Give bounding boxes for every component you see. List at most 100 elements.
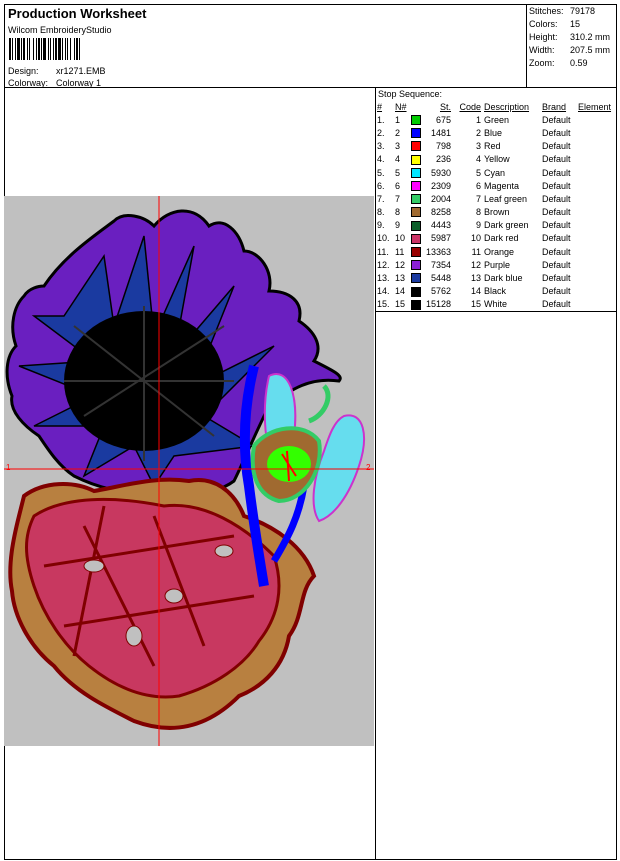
table-row: 1. 1 675 1 Green Default (377, 113, 611, 126)
n-cell: 5 (395, 167, 401, 178)
color-swatch-cell (411, 126, 423, 139)
element-cell (578, 298, 611, 311)
code-cell: 8 (475, 207, 481, 218)
desc-cell: Dark green (484, 220, 529, 231)
color-swatch-header (411, 100, 423, 113)
element-cell (578, 179, 611, 192)
color-swatch (411, 207, 421, 218)
stat-value: 79178 (570, 6, 596, 16)
code-cell: 6 (475, 180, 481, 191)
design-value: xr1271.EMB (56, 66, 106, 76)
st-cell: 5762 (430, 286, 451, 297)
brand-cell: Default (542, 207, 571, 218)
color-swatch-cell (411, 232, 423, 245)
stat-zoom: Zoom: 0.59 (529, 58, 588, 68)
color-swatch-cell (411, 258, 423, 271)
column-header: N# (395, 101, 407, 112)
red-leaf-shape (8, 477, 317, 730)
code-cell: 1 (475, 114, 481, 125)
desc-cell: Brown (484, 207, 510, 218)
stat-value: 0.59 (570, 58, 588, 68)
stat-value: 310.2 mm (570, 32, 611, 42)
stat-label: Colors: (529, 19, 558, 29)
table-row: 10. 10 5987 10 Dark red Default (377, 232, 611, 245)
num-cell: 14. (377, 286, 390, 297)
column-header: Code (459, 101, 481, 112)
desc-cell: Leaf green (484, 193, 528, 204)
axis-left-label: 1 (6, 463, 11, 472)
stat-width: Width: 207.5 mm (529, 45, 610, 55)
brand-cell: Default (542, 167, 571, 178)
table-row: 11. 11 13363 11 Orange Default (377, 245, 611, 258)
element-cell (578, 113, 611, 126)
brand-cell: Default (542, 246, 571, 257)
st-cell: 8258 (430, 207, 451, 218)
element-cell (578, 153, 611, 166)
element-cell (578, 258, 611, 271)
brand-cell: Default (542, 127, 571, 138)
barcode-bar (80, 38, 82, 60)
num-cell: 6. (377, 180, 385, 191)
n-cell: 1 (395, 114, 401, 125)
n-cell: 4 (395, 154, 401, 165)
num-cell: 7. (377, 193, 385, 204)
flower-spikes (250, 373, 365, 523)
num-cell: 3. (377, 141, 385, 152)
software-name: Wilcom EmbroideryStudio (8, 25, 112, 35)
color-swatch-cell (411, 153, 423, 166)
num-cell: 8. (377, 207, 385, 218)
st-cell: 5930 (430, 167, 451, 178)
color-swatch-cell (411, 219, 423, 232)
table-row: 3. 3 798 3 Red Default (377, 140, 611, 153)
st-cell: 2004 (430, 193, 451, 204)
color-swatch-cell (411, 206, 423, 219)
stats-panel: Stitches: 79178 Colors: 15 Height: 310.2 mm… (526, 4, 617, 88)
desc-cell: Yellow (484, 154, 510, 165)
element-cell (578, 166, 611, 179)
color-swatch (411, 141, 421, 152)
n-cell: 2 (395, 127, 401, 138)
n-cell: 15 (395, 299, 406, 310)
element-cell (578, 206, 611, 219)
code-cell: 3 (475, 141, 481, 152)
color-swatch (411, 273, 421, 284)
brand-cell: Default (542, 299, 571, 310)
color-swatch (411, 128, 421, 139)
num-cell: 4. (377, 154, 385, 165)
stop-sequence-table: # N# St. Code Description Brand Element … (377, 100, 611, 311)
n-cell: 11 (395, 246, 405, 257)
code-cell: 10 (470, 233, 481, 244)
n-cell: 7 (395, 193, 401, 204)
stop-sequence-panel: Stop Sequence: # N# St. Code Description… (375, 87, 617, 312)
element-cell (578, 285, 611, 298)
st-cell: 675 (435, 114, 451, 125)
column-header: St. (439, 101, 451, 112)
color-swatch (411, 194, 421, 205)
element-cell (578, 232, 611, 245)
stat-label: Zoom: (529, 58, 555, 68)
brand-cell: Default (542, 114, 571, 125)
element-cell (578, 140, 611, 153)
num-cell: 10. (377, 233, 390, 244)
n-cell: 10 (395, 233, 406, 244)
num-cell: 9. (377, 220, 385, 231)
desc-cell: Dark red (484, 233, 519, 244)
desc-cell: Dark blue (484, 273, 523, 284)
stat-label: Height: (529, 32, 558, 42)
color-swatch-cell (411, 192, 423, 205)
desc-cell: Red (484, 141, 501, 152)
brand-cell: Default (542, 180, 571, 191)
n-cell: 14 (395, 286, 406, 297)
desc-cell: Magenta (484, 180, 520, 191)
axis-right-label: 2 (366, 463, 371, 472)
stat-colors: Colors: 15 (529, 19, 580, 29)
stat-stitches: Stitches: 79178 (529, 6, 595, 16)
design-preview-canvas: 1 2 (4, 196, 374, 746)
num-cell: 5. (377, 167, 385, 178)
design-row: Design: xr1271.EMB (8, 66, 106, 76)
desc-cell: Cyan (484, 167, 506, 178)
table-row: 8. 8 8258 8 Brown Default (377, 206, 611, 219)
color-swatch (411, 233, 421, 244)
code-cell: 7 (475, 193, 481, 204)
st-cell: 798 (435, 141, 451, 152)
